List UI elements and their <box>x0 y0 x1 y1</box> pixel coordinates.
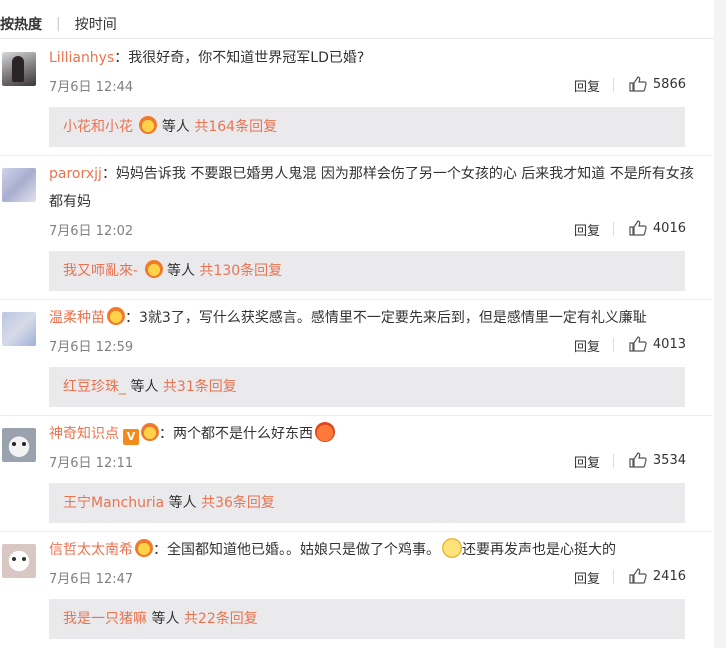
reply-count-link[interactable]: 共164条回复 <box>194 119 277 135</box>
comment-username[interactable]: Lillianhys <box>49 50 114 66</box>
thumbs-up-icon <box>629 336 647 352</box>
sub-replies-box[interactable]: 我是一只猪嘛 等人 共22条回复 <box>49 599 685 639</box>
comment-time: 7月6日 12:47 <box>49 572 134 587</box>
sub-replies-box[interactable]: 红豆珍珠_ 等人 共31条回复 <box>49 367 685 407</box>
sub-reply-user[interactable]: 我又𠯗亂來- <box>63 263 138 279</box>
sub-reply-user[interactable]: 我是一只猪嘛 <box>63 611 147 627</box>
reply-button[interactable]: 回复 <box>574 568 600 587</box>
vertical-scrollbar[interactable] <box>714 0 726 648</box>
avatar[interactable] <box>2 52 36 86</box>
fan-badge-icon <box>139 116 158 134</box>
meta-separator <box>613 338 614 352</box>
comment-text: ：3就3了，写什么获奖感言。感情里不一定要先来后到，但是感情里一定有礼义廉耻 <box>125 310 647 326</box>
sort-separator: | <box>56 16 61 32</box>
like-count: 2416 <box>652 568 686 584</box>
comment-time: 7月6日 12:02 <box>49 224 134 239</box>
thumbs-up-icon <box>629 568 647 584</box>
comment-username[interactable]: 神奇知识点 <box>49 426 119 442</box>
others-label: 等人 <box>151 611 180 627</box>
comment-text: ：两个都不是什么好东西 <box>159 426 313 442</box>
comment-text: ：妈妈告诉我 不要跟已婚男人鬼混 因为那样会伤了另一个女孩的心 后来我才知道 不… <box>49 166 694 210</box>
sub-replies-box[interactable]: 我又𠯗亂來- 等人 共130条回复 <box>49 251 685 291</box>
comment-time: 7月6日 12:59 <box>49 340 134 355</box>
comment-text-continued: 还要再发声也是心挺大的 <box>462 542 616 558</box>
meta-separator <box>613 570 614 584</box>
comment-body: 神奇知识点 V ：两个都不是什么好东西 <box>49 420 698 448</box>
comment-divider <box>0 531 712 532</box>
meta-separator <box>613 78 614 92</box>
sub-reply-user[interactable]: 王宁Manchuria <box>63 495 164 511</box>
like-button[interactable]: 4016 <box>629 220 686 236</box>
comment-username[interactable]: parorxjj <box>49 166 102 182</box>
thumbs-up-icon <box>629 220 647 236</box>
like-count: 4013 <box>652 336 686 352</box>
comment-body: Lillianhys：我很好奇，你不知道世界冠军LD已婚? <box>49 44 698 72</box>
sub-reply-user[interactable]: 小花和小花 <box>63 119 133 135</box>
comment-body: parorxjj：妈妈告诉我 不要跟已婚男人鬼混 因为那样会伤了另一个女孩的心 … <box>49 160 698 216</box>
like-button[interactable]: 2416 <box>629 568 686 584</box>
meta-separator <box>613 222 614 236</box>
comment-meta: 7月6日 12:11 回复 3534 <box>49 452 698 472</box>
others-label: 等人 <box>161 119 190 135</box>
sort-bar: 按热度 | 按时间 <box>0 12 117 36</box>
reply-count-link[interactable]: 共36条回复 <box>201 495 275 511</box>
header-divider <box>0 38 726 39</box>
fan-badge-icon <box>135 539 153 557</box>
reply-count-link[interactable]: 共31条回复 <box>163 379 237 395</box>
comment-meta: 7月6日 12:47 回复 2416 <box>49 568 698 588</box>
like-count: 5866 <box>652 76 686 92</box>
like-button[interactable]: 5866 <box>629 76 686 92</box>
reply-count-link[interactable]: 共130条回复 <box>199 263 282 279</box>
fan-badge-icon <box>141 423 159 441</box>
reply-button[interactable]: 回复 <box>574 336 600 355</box>
comment-meta: 7月6日 12:44 回复 5866 <box>49 76 698 96</box>
avatar[interactable] <box>2 544 36 578</box>
sub-replies-box[interactable]: 小花和小花 等人 共164条回复 <box>49 107 685 147</box>
others-label: 等人 <box>166 263 195 279</box>
others-label: 等人 <box>130 379 159 395</box>
avatar[interactable] <box>2 168 36 202</box>
avatar[interactable] <box>2 312 36 346</box>
smile-face-emoji-icon <box>442 538 462 558</box>
reply-button[interactable]: 回复 <box>574 452 600 471</box>
reply-button[interactable]: 回复 <box>574 76 600 95</box>
meta-separator <box>613 454 614 468</box>
sub-replies-box[interactable]: 王宁Manchuria 等人 共36条回复 <box>49 483 685 523</box>
reply-button[interactable]: 回复 <box>574 220 600 239</box>
thumbs-up-icon <box>629 76 647 92</box>
like-button[interactable]: 3534 <box>629 452 686 468</box>
angry-face-emoji-icon <box>315 422 335 442</box>
fan-badge-icon <box>144 260 163 278</box>
comment-meta: 7月6日 12:02 回复 4016 <box>49 220 698 240</box>
comment-text: ：我很好奇，你不知道世界冠军LD已婚? <box>114 50 365 66</box>
sort-by-hot-tab[interactable]: 按热度 <box>0 14 42 34</box>
comment-text: ：全国都知道他已婚。。姑娘只是做了个鸡事。 <box>153 542 440 558</box>
like-count: 4016 <box>652 220 686 236</box>
sub-reply-user[interactable]: 红豆珍珠_ <box>63 379 126 395</box>
others-label: 等人 <box>168 495 197 511</box>
fan-badge-icon <box>107 307 125 325</box>
comment-time: 7月6日 12:11 <box>49 456 134 471</box>
avatar[interactable] <box>2 428 36 462</box>
comment-time: 7月6日 12:44 <box>49 80 134 95</box>
comment-username[interactable]: 温柔种苗 <box>49 310 105 326</box>
comment-divider <box>0 155 712 156</box>
like-count: 3534 <box>652 452 686 468</box>
verified-v-icon: V <box>123 429 139 445</box>
comment-username[interactable]: 信哲太太南希 <box>49 542 133 558</box>
comment-divider <box>0 415 712 416</box>
comment-body: 信哲太太南希 ：全国都知道他已婚。。姑娘只是做了个鸡事。 还要再发声也是心挺大的 <box>49 536 698 564</box>
thumbs-up-icon <box>629 452 647 468</box>
comment-divider <box>0 299 712 300</box>
comment-body: 温柔种苗 ：3就3了，写什么获奖感言。感情里不一定要先来后到，但是感情里一定有礼义… <box>49 304 698 332</box>
like-button[interactable]: 4013 <box>629 336 686 352</box>
reply-count-link[interactable]: 共22条回复 <box>184 611 258 627</box>
comment-meta: 7月6日 12:59 回复 4013 <box>49 336 698 356</box>
sort-by-time-tab[interactable]: 按时间 <box>75 14 117 34</box>
